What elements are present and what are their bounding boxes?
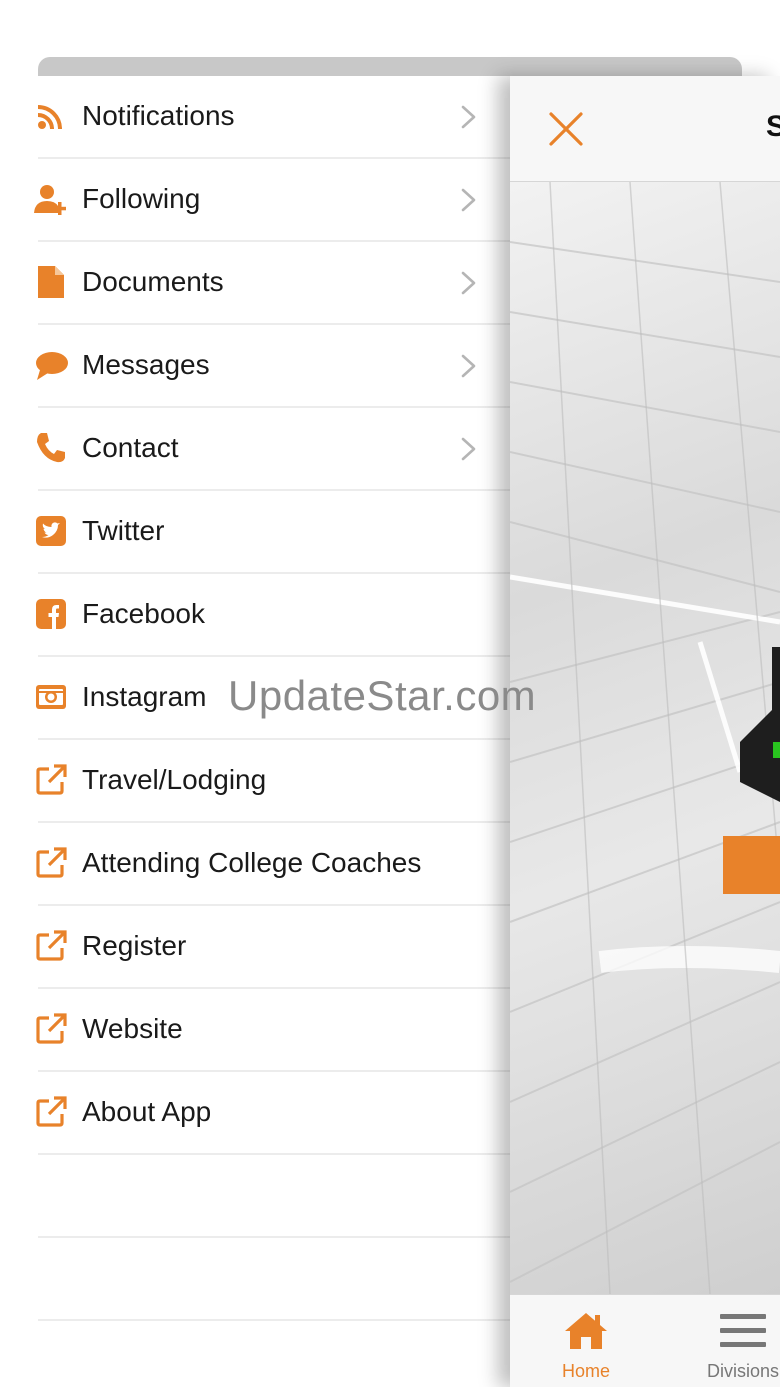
menu-item-label: Contact [82, 432, 179, 463]
menu-item-contact[interactable]: Contact [0, 408, 510, 491]
external-link-icon [33, 762, 69, 798]
divider [38, 1236, 510, 1238]
menu-item-label: Following [82, 183, 201, 214]
external-link-icon [33, 928, 69, 964]
twitter-icon [33, 513, 69, 549]
hero-image [510, 182, 780, 1294]
menu-item-twitter[interactable]: Twitter [0, 491, 510, 574]
main-panel: S Home Divisions [510, 76, 780, 1387]
hamburger-icon [719, 1309, 767, 1353]
user-plus-icon [33, 181, 69, 217]
menu-item-label: Attending College Coaches [82, 847, 422, 878]
tab-home-label: Home [561, 1361, 610, 1381]
court-floor-image [510, 182, 780, 1294]
top-bar [38, 57, 742, 77]
menu-item-facebook[interactable]: Facebook [0, 574, 510, 657]
tab-bar: Home Divisions [510, 1294, 780, 1387]
chevron-right-icon [460, 353, 478, 379]
menu-item-documents[interactable]: Documents [0, 242, 510, 325]
menu-item-label: About App [82, 1096, 212, 1127]
external-link-icon [33, 1094, 69, 1130]
menu-item-label: Website [82, 1013, 183, 1044]
menu-item-label: Messages [82, 349, 210, 380]
menu-item-label: Twitter [82, 515, 165, 546]
chevron-right-icon [460, 187, 478, 213]
chevron-right-icon [460, 104, 478, 130]
instagram-icon [33, 679, 69, 715]
chevron-right-icon [460, 270, 478, 296]
divider [38, 1319, 510, 1321]
menu-item-label: Instagram [82, 681, 207, 712]
external-link-icon [33, 845, 69, 881]
divider [38, 1153, 510, 1155]
panel-header: S [510, 76, 780, 182]
side-menu: Notifications Following Documents Messages C… [0, 76, 510, 1387]
tab-home[interactable]: Home [535, 1295, 637, 1387]
panel-title: S [766, 110, 780, 143]
menu-item-register[interactable]: Register [0, 906, 510, 989]
external-link-icon [33, 1011, 69, 1047]
tab-divisions[interactable]: Divisions [690, 1295, 780, 1387]
watermark: UpdateStar.com [228, 672, 537, 719]
menu-item-messages[interactable]: Messages [0, 325, 510, 408]
close-button[interactable] [548, 111, 584, 147]
home-icon [562, 1309, 610, 1353]
menu-item-label: Notifications [82, 100, 235, 131]
tab-divisions-label: Divisions [706, 1361, 780, 1381]
facebook-icon [33, 596, 69, 632]
phone-icon [33, 430, 69, 466]
document-icon [33, 264, 69, 300]
menu-item-label: Register [82, 930, 187, 961]
menu-item-travel-lodging[interactable]: Travel/Lodging [0, 740, 510, 823]
menu-item-label: Facebook [82, 598, 205, 629]
menu-item-label: Travel/Lodging [82, 764, 267, 795]
chevron-right-icon [460, 436, 478, 462]
chat-bubble-icon [33, 347, 69, 383]
menu-item-website[interactable]: Website [0, 989, 510, 1072]
menu-item-following[interactable]: Following [0, 159, 510, 242]
close-icon [549, 112, 583, 146]
menu-item-label: Documents [82, 266, 224, 297]
menu-item-notifications[interactable]: Notifications [0, 76, 510, 159]
rss-icon [33, 98, 69, 134]
menu-item-about-app[interactable]: About App [0, 1072, 510, 1155]
menu-item-attending-college-coaches[interactable]: Attending College Coaches [0, 823, 510, 906]
